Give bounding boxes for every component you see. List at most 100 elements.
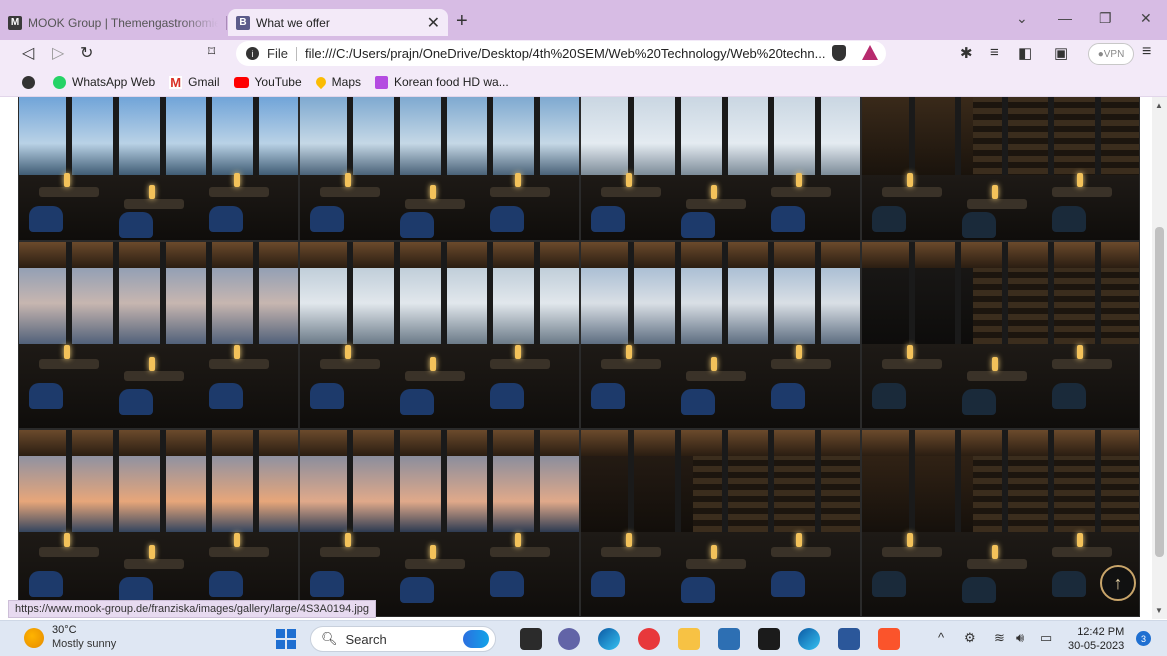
page-favicon-icon: B (236, 15, 250, 30)
bookmark-gmail[interactable]: M Gmail (169, 75, 220, 90)
scroll-down-icon[interactable]: ▼ (1155, 606, 1163, 615)
address-bar[interactable]: i File file:///C:/Users/prajn/OneDrive/D… (236, 41, 886, 66)
url-text[interactable]: file:///C:/Users/prajn/OneDrive/Desktop/… (305, 46, 825, 61)
reload-icon[interactable]: ↻ (80, 43, 93, 63)
photo-table (490, 358, 550, 369)
back-to-top-button[interactable]: ↑ (1100, 565, 1136, 601)
windows-logo-pane (287, 640, 296, 649)
gallery-photo[interactable] (18, 241, 299, 429)
vertical-scrollbar[interactable]: ▲ ▼ (1152, 97, 1167, 619)
gallery-photo[interactable] (861, 97, 1140, 241)
battery-icon[interactable]: ▭ (1040, 630, 1052, 646)
sticky-notes-icon[interactable] (758, 628, 780, 650)
photo-chair (119, 211, 153, 238)
task-view-icon[interactable] (520, 628, 542, 650)
maps-pin-icon (313, 74, 328, 90)
edge-beta-icon[interactable] (798, 628, 820, 650)
gallery-photo[interactable] (299, 429, 580, 617)
sidebar-icon[interactable]: ◧ (1018, 44, 1032, 62)
gallery-photo[interactable] (580, 429, 861, 617)
start-button[interactable] (276, 629, 296, 649)
gallery-photo[interactable] (580, 97, 861, 241)
teams-chat-icon[interactable] (558, 628, 580, 650)
table-lamp (907, 344, 913, 359)
photo-chair (962, 577, 996, 603)
windows-logo-pane (276, 640, 285, 649)
system-clock[interactable]: 12:42 PM 30-05-2023 (1068, 625, 1124, 653)
youtube-icon (233, 76, 249, 88)
photo-chair (771, 571, 805, 597)
gallery-photo[interactable] (861, 241, 1140, 429)
extensions-icon[interactable]: ✱ (960, 44, 973, 62)
close-window-button[interactable]: ✕ (1140, 10, 1152, 27)
file-explorer-icon[interactable] (678, 628, 700, 650)
photo-chair (591, 571, 625, 597)
tab-search-icon[interactable]: ⌄ (1016, 10, 1028, 27)
taskbar-search[interactable]: 🔍︎ Search (310, 626, 496, 652)
show-hidden-icons[interactable]: ^ (938, 630, 944, 645)
brave-rewards-icon[interactable] (862, 45, 878, 60)
tab-what-we-offer[interactable]: B What we offer ✕ (228, 9, 448, 36)
photo-chair (490, 571, 524, 597)
vpn-button[interactable]: ● VPN (1088, 43, 1134, 65)
bookmark-label: Korean food HD wa... (394, 75, 509, 89)
bookmarks-bar: WhatsApp Web M Gmail YouTube Maps Korean … (0, 68, 1167, 97)
bookmark-icon[interactable]: ⌑ (208, 43, 215, 60)
window-mullion (815, 242, 822, 345)
edge-icon[interactable] (598, 628, 620, 650)
table-lamp (1077, 172, 1083, 187)
scrollbar-thumb[interactable] (1155, 227, 1164, 557)
bookmark-whatsapp[interactable]: WhatsApp Web (53, 75, 155, 89)
gallery-photo[interactable] (580, 241, 861, 429)
scroll-up-icon[interactable]: ▲ (1155, 101, 1163, 110)
table-lamp (1077, 532, 1083, 547)
weather-widget[interactable]: 30°C Mostly sunny (24, 624, 116, 651)
tab-mook-group[interactable]: M MOOK Group | Themengastronomie a (8, 9, 224, 36)
bookmark-youtube[interactable]: YouTube (233, 75, 302, 89)
back-icon[interactable]: ◁ (22, 43, 34, 63)
window-mullion (674, 430, 681, 533)
brave-taskbar-icon[interactable] (878, 628, 900, 650)
bookmark-label: YouTube (254, 75, 302, 89)
bookmark-korean-food[interactable]: Korean food HD wa... (375, 75, 509, 89)
gallery-photo[interactable] (299, 97, 580, 241)
minimize-button[interactable]: — (1058, 10, 1072, 26)
store-icon[interactable] (718, 628, 740, 650)
photo-chair (1052, 571, 1086, 597)
bing-icon[interactable] (463, 630, 489, 648)
table-lamp (992, 544, 998, 559)
table-lamp (345, 344, 351, 359)
gallery-photo[interactable] (18, 429, 299, 617)
new-tab-button[interactable]: + (456, 10, 468, 33)
bookmark-maps[interactable]: Maps (313, 74, 361, 90)
close-tab-icon[interactable]: ✕ (427, 13, 440, 33)
security-icon[interactable]: ⚙ (964, 630, 976, 646)
photo-table (124, 198, 184, 209)
clock-date: 30-05-2023 (1068, 640, 1125, 652)
volume-icon[interactable]: 🔊︎ (1016, 630, 1024, 646)
forward-icon[interactable]: ▷ (52, 43, 64, 63)
brave-bookmark[interactable] (22, 75, 41, 89)
notification-badge[interactable]: 3 (1136, 631, 1151, 646)
gallery-photo[interactable] (18, 97, 299, 241)
info-icon[interactable]: i (246, 47, 259, 60)
restore-button[interactable]: ❐ (1099, 10, 1112, 27)
window-mullion (393, 97, 400, 176)
wifi-icon[interactable]: ≋ (994, 630, 1005, 646)
playlist-icon[interactable]: ≡ (990, 44, 999, 61)
media-player-icon[interactable] (638, 628, 660, 650)
link-status-bubble: https://www.mook-group.de/franziska/imag… (8, 600, 377, 618)
window-mullion (1001, 430, 1008, 533)
table-lamp (711, 544, 717, 559)
gallery-photo[interactable] (299, 241, 580, 429)
gallery-photo[interactable] (861, 429, 1140, 617)
wallet-icon[interactable]: ▣ (1054, 44, 1068, 62)
photo-table (771, 358, 831, 369)
photo-chair (400, 211, 434, 238)
word-icon[interactable] (838, 628, 860, 650)
menu-icon[interactable]: ≡ (1142, 43, 1151, 61)
brave-shields-icon[interactable] (832, 45, 846, 61)
window-mullion (65, 97, 72, 176)
photo-chair (400, 577, 434, 603)
photo-chair (310, 383, 344, 409)
